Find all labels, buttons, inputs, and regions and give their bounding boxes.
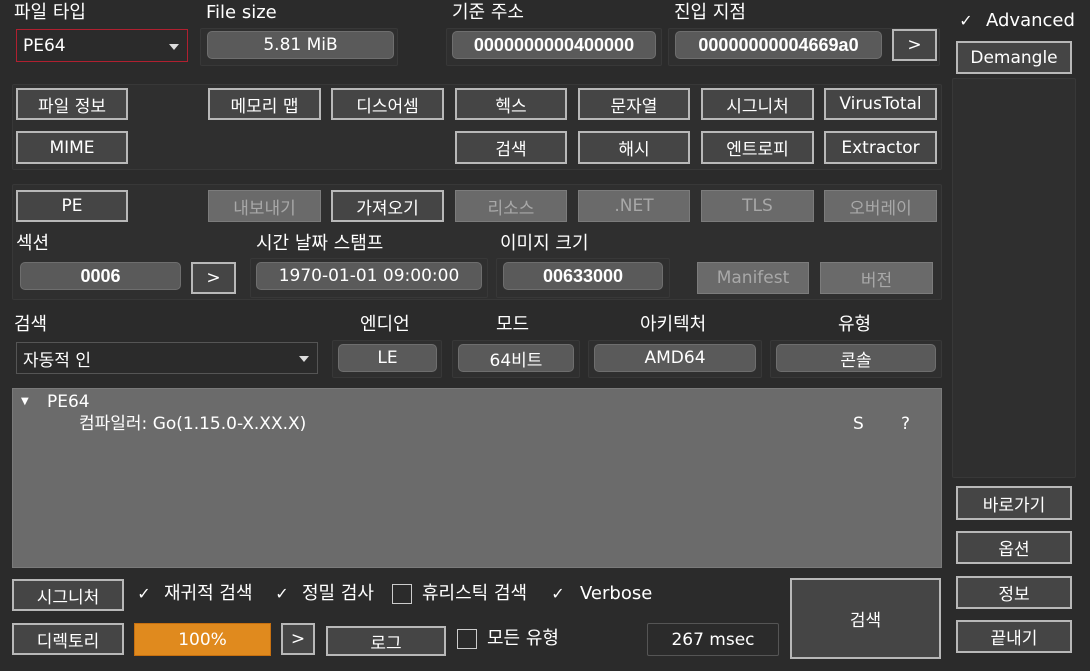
arch-value: AMD64 bbox=[594, 344, 756, 372]
result-s-column[interactable]: S bbox=[853, 414, 864, 434]
results-tree[interactable]: ▼ PE64 컴파일러: Go(1.15.0-X.XX.X) S ? bbox=[12, 388, 942, 568]
all-types-checkbox[interactable] bbox=[457, 629, 477, 649]
extractor-button[interactable]: Extractor bbox=[824, 131, 937, 164]
tree-root-item[interactable]: PE64 bbox=[47, 392, 90, 412]
timestamp-label: 시간 날짜 스탬프 bbox=[256, 233, 384, 254]
overlay-button[interactable]: 오버레이 bbox=[824, 190, 937, 222]
recursive-label: 재귀적 검색 bbox=[164, 583, 253, 604]
type-value: 콘솔 bbox=[776, 344, 936, 372]
entry-point-go-button[interactable]: > bbox=[892, 29, 937, 61]
result-info-column[interactable]: ? bbox=[901, 414, 910, 434]
virustotal-button[interactable]: VirusTotal bbox=[824, 88, 937, 120]
dotnet-button[interactable]: .NET bbox=[578, 190, 690, 222]
verbose-checkbox[interactable]: ✓ bbox=[548, 584, 568, 604]
base-address-value[interactable]: 0000000000400000 bbox=[452, 31, 656, 59]
scan-progress-bar: 100% bbox=[134, 623, 271, 656]
manifest-button[interactable]: Manifest bbox=[697, 262, 809, 294]
shortcuts-button[interactable]: 바로가기 bbox=[956, 486, 1072, 520]
hex-button[interactable]: 헥스 bbox=[455, 88, 567, 120]
heuristic-checkbox[interactable] bbox=[392, 584, 412, 604]
entry-point-label: 진입 지점 bbox=[674, 2, 746, 23]
tree-expand-icon[interactable]: ▼ bbox=[21, 395, 29, 409]
file-size-label: File size bbox=[206, 2, 277, 23]
scan-mode-value: 자동적 인 bbox=[23, 350, 91, 371]
scan-mode-select[interactable]: 자동적 인 bbox=[16, 342, 318, 374]
advanced-checkbox[interactable]: ✓ bbox=[956, 11, 976, 31]
directory-button[interactable]: 디렉토리 bbox=[12, 623, 124, 655]
mime-button[interactable]: MIME bbox=[16, 131, 128, 164]
mode-value: 64비트 bbox=[458, 344, 574, 372]
sections-go-button[interactable]: > bbox=[191, 262, 236, 294]
signatures-button[interactable]: 시그니처 bbox=[701, 88, 814, 120]
sections-label: 섹션 bbox=[16, 233, 50, 254]
about-button[interactable]: 정보 bbox=[956, 576, 1072, 609]
file-type-label: 파일 타입 bbox=[14, 2, 86, 23]
import-button[interactable]: 가져오기 bbox=[331, 190, 444, 222]
signatures-bottom-button[interactable]: 시그니처 bbox=[12, 579, 124, 611]
strings-button[interactable]: 문자열 bbox=[578, 88, 690, 120]
tls-button[interactable]: TLS bbox=[701, 190, 814, 222]
side-panel bbox=[952, 78, 1076, 478]
deep-scan-label: 정밀 검사 bbox=[302, 583, 374, 604]
log-button[interactable]: 로그 bbox=[326, 626, 446, 656]
file-type-value: PE64 bbox=[23, 35, 66, 56]
endian-label: 엔디언 bbox=[360, 314, 410, 335]
memory-map-button[interactable]: 메모리 맵 bbox=[208, 88, 321, 120]
base-address-label: 기준 주소 bbox=[452, 2, 524, 23]
scan-button[interactable]: 검색 bbox=[790, 578, 941, 659]
search-tool-button[interactable]: 검색 bbox=[455, 131, 567, 164]
advanced-label: Advanced bbox=[986, 10, 1075, 31]
demangle-button[interactable]: Demangle bbox=[956, 41, 1072, 74]
pe-button[interactable]: PE bbox=[16, 190, 128, 222]
recursive-checkbox[interactable]: ✓ bbox=[134, 584, 154, 604]
image-size-value: 00633000 bbox=[503, 262, 663, 290]
progress-text: 100% bbox=[178, 629, 227, 650]
endian-value: LE bbox=[338, 344, 437, 372]
deep-scan-checkbox[interactable]: ✓ bbox=[272, 584, 292, 604]
scan-label: 검색 bbox=[14, 314, 48, 335]
elapsed-time: 267 msec bbox=[647, 623, 779, 656]
tree-child-item[interactable]: 컴파일러: Go(1.15.0-X.XX.X) bbox=[79, 414, 306, 434]
hash-button[interactable]: 해시 bbox=[578, 131, 690, 164]
progress-go-button[interactable]: > bbox=[281, 623, 315, 655]
exit-button[interactable]: 끝내기 bbox=[956, 620, 1072, 653]
options-button[interactable]: 옵션 bbox=[956, 531, 1072, 564]
heuristic-label: 휴리스틱 검색 bbox=[422, 583, 528, 604]
verbose-label: Verbose bbox=[580, 583, 653, 604]
all-types-label: 모든 유형 bbox=[487, 628, 559, 649]
chevron-down-icon bbox=[169, 43, 179, 50]
export-button[interactable]: 내보내기 bbox=[208, 190, 321, 222]
resources-button[interactable]: 리소스 bbox=[455, 190, 567, 222]
mode-label: 모드 bbox=[496, 314, 530, 335]
image-size-label: 이미지 크기 bbox=[500, 233, 589, 254]
arch-label: 아키텍처 bbox=[640, 314, 707, 335]
entropy-button[interactable]: 엔트로피 bbox=[701, 131, 814, 164]
file-type-select[interactable]: PE64 bbox=[16, 29, 188, 62]
sections-value: 0006 bbox=[20, 262, 181, 290]
entry-point-value[interactable]: 00000000004669a0 bbox=[675, 31, 882, 59]
chevron-down-icon bbox=[299, 356, 309, 362]
disasm-button[interactable]: 디스어셈 bbox=[331, 88, 444, 120]
file-size-value: 5.81 MiB bbox=[207, 31, 394, 59]
version-button[interactable]: 버전 bbox=[820, 262, 933, 294]
file-info-button[interactable]: 파일 정보 bbox=[16, 88, 128, 120]
timestamp-value: 1970-01-01 09:00:00 bbox=[256, 262, 482, 290]
type-label: 유형 bbox=[838, 314, 872, 335]
